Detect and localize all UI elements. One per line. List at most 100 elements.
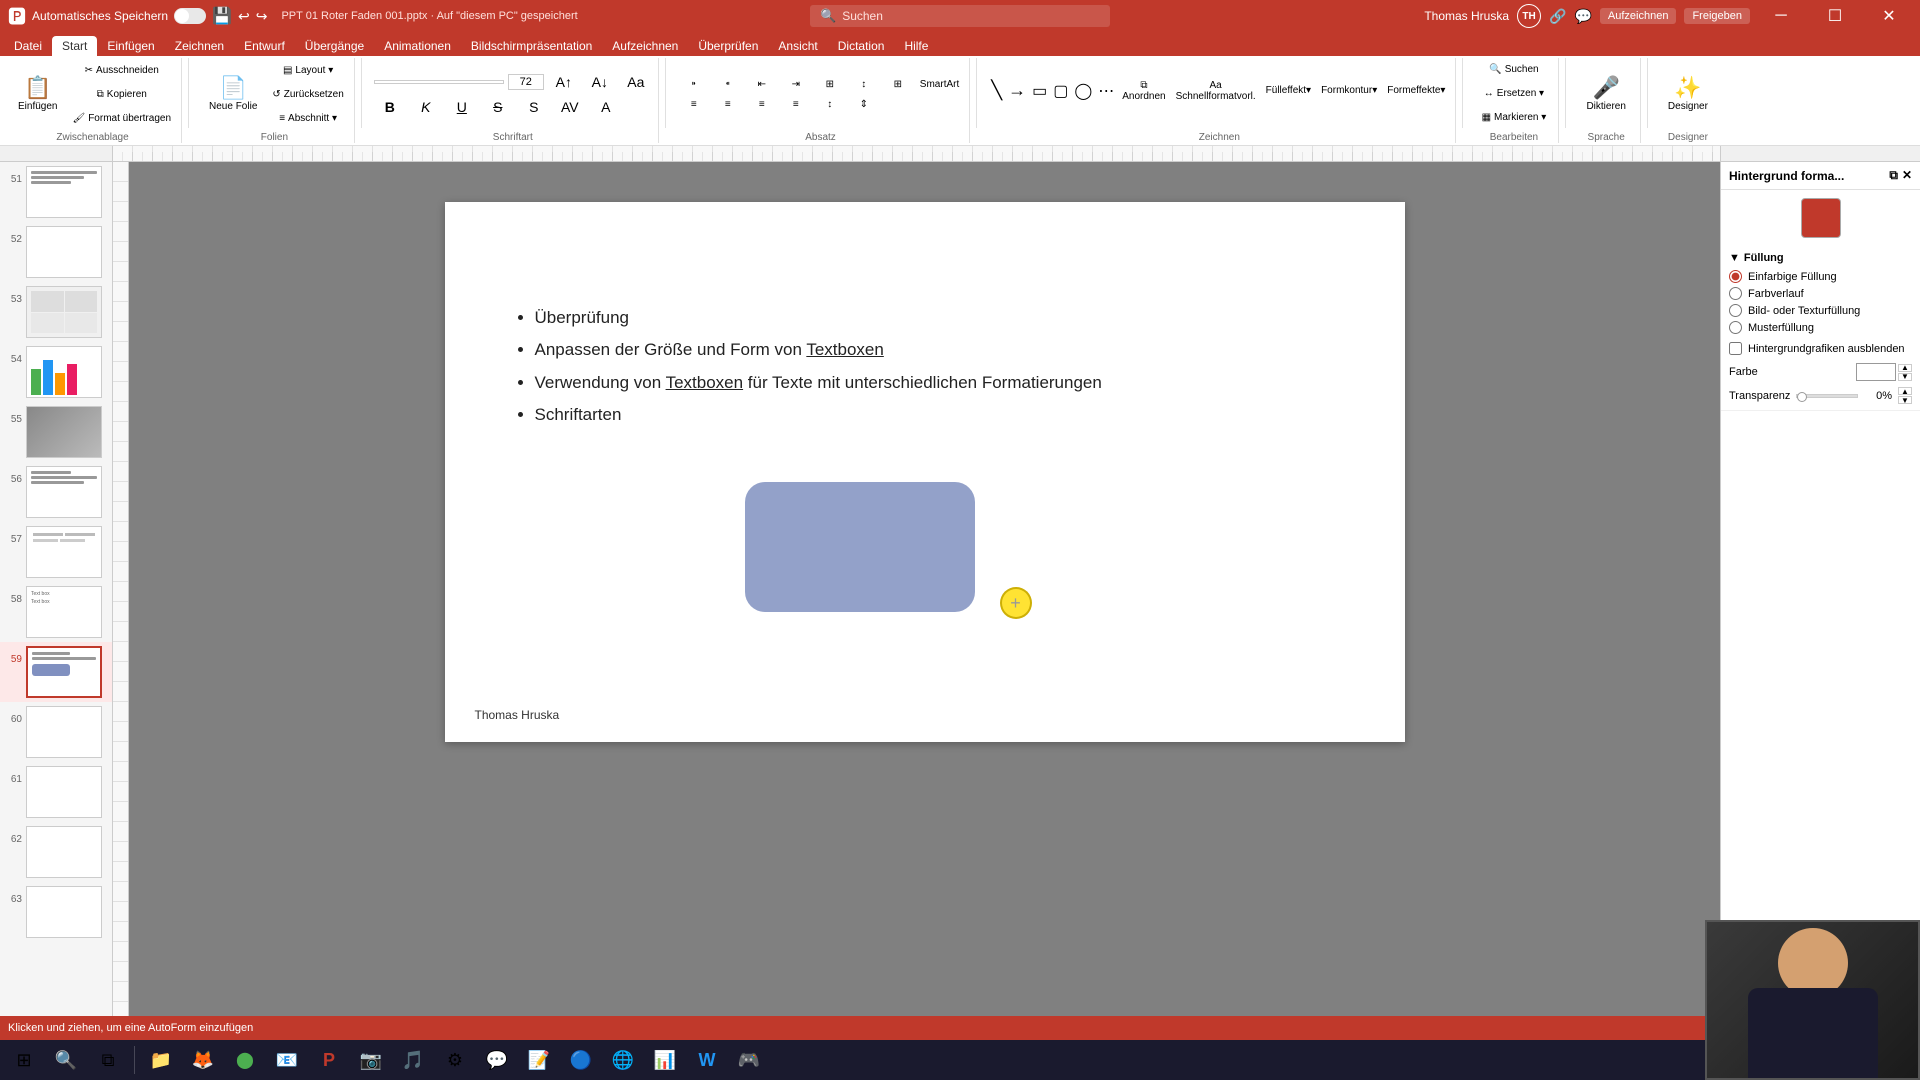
transparency-slider[interactable] xyxy=(1796,394,1858,398)
toolbar-undo-icon[interactable]: ↩ xyxy=(238,8,250,25)
tab-animationen[interactable]: Animationen xyxy=(374,36,461,56)
slide-thumb-62[interactable]: 62 xyxy=(0,822,112,882)
toolbar-save-icon[interactable]: 💾 xyxy=(212,6,232,26)
taskbar-powerpoint[interactable]: P xyxy=(309,1042,349,1078)
taskbar-chrome[interactable]: ⬤ xyxy=(225,1042,265,1078)
tab-entwurf[interactable]: Entwurf xyxy=(234,36,295,56)
search-bar[interactable]: 🔍 Suchen xyxy=(688,5,1232,27)
shape-outline-button[interactable]: Formkontur▾ xyxy=(1317,58,1381,123)
rounded-rect-shape[interactable] xyxy=(745,482,975,612)
color-down-btn[interactable]: ▼ xyxy=(1898,373,1912,381)
text-direction-button[interactable]: ↕ xyxy=(848,77,880,92)
designer-button[interactable]: ✨ Designer xyxy=(1660,58,1716,130)
insert-button[interactable]: 📋 Einfügen xyxy=(10,58,65,130)
numbering-button[interactable]: ⁌ xyxy=(712,77,744,92)
maximize-button[interactable]: ☐ xyxy=(1812,0,1858,32)
tab-datei[interactable]: Datei xyxy=(4,36,52,56)
taskbar-browser[interactable]: 🦊 xyxy=(183,1042,223,1078)
align-left-button[interactable]: ≡ xyxy=(678,97,710,112)
tab-ueberpruefen[interactable]: Überprüfen xyxy=(688,36,768,56)
select-button[interactable]: ▦Markieren ▾ xyxy=(1478,106,1551,128)
taskbar-app7[interactable]: ⚙ xyxy=(435,1042,475,1078)
line-spacing-button[interactable]: ↕ xyxy=(814,97,846,112)
columns-button[interactable]: ⊞ xyxy=(814,77,846,92)
tab-einfuegen[interactable]: Einfügen xyxy=(97,36,164,56)
slide-thumb-52[interactable]: 52 xyxy=(0,222,112,282)
clear-format-button[interactable]: Aa xyxy=(620,72,652,92)
right-panel-expand-button[interactable]: ⧉ xyxy=(1889,168,1898,183)
slide-thumb-61[interactable]: 61 xyxy=(0,762,112,822)
shape-btn-rect[interactable]: ▭ xyxy=(1030,79,1049,103)
smartart-button[interactable]: SmartArt xyxy=(916,77,963,92)
minimize-button[interactable]: ─ xyxy=(1758,0,1804,32)
section-button[interactable]: ≡Abschnitt ▾ xyxy=(268,107,347,129)
tab-aufzeichnen[interactable]: Aufzeichnen xyxy=(602,36,688,56)
paragraph-spacing-button[interactable]: ⇕ xyxy=(848,97,880,112)
taskbar-word[interactable]: W xyxy=(687,1042,727,1078)
taskbar-app6[interactable]: 🎵 xyxy=(393,1042,433,1078)
record-btn[interactable]: Aufzeichnen xyxy=(1600,8,1677,24)
fill-picture-option[interactable]: Bild- oder Texturfüllung xyxy=(1729,304,1912,317)
tab-zeichnen[interactable]: Zeichnen xyxy=(165,36,234,56)
bullets-button[interactable]: ⁍ xyxy=(678,77,710,92)
taskbar-app11[interactable]: 🌐 xyxy=(603,1042,643,1078)
align-justify-button[interactable]: ≡ xyxy=(780,97,812,112)
shape-btn-line[interactable]: ╲ xyxy=(989,78,1004,103)
format-copy-button[interactable]: 🖌Format übertragen xyxy=(68,107,175,129)
slide-thumb-51[interactable]: 51 xyxy=(0,162,112,222)
share-icon[interactable]: 🔗 xyxy=(1549,8,1566,25)
slide-thumb-60[interactable]: 60 xyxy=(0,702,112,762)
task-view-button[interactable]: ⧉ xyxy=(88,1042,128,1078)
taskbar-app9[interactable]: 📝 xyxy=(519,1042,559,1078)
quick-styles-button[interactable]: Aa Schnellformatvorl. xyxy=(1172,58,1260,123)
present-btn[interactable]: Freigeben xyxy=(1684,8,1750,24)
autosave-toggle[interactable] xyxy=(174,8,206,24)
tab-start[interactable]: Start xyxy=(52,36,97,56)
tab-uebergaenge[interactable]: Übergänge xyxy=(295,36,374,56)
taskbar-outlook[interactable]: 📧 xyxy=(267,1042,307,1078)
slide-thumb-58[interactable]: 58 Text box Text box xyxy=(0,582,112,642)
toolbar-redo-icon[interactable]: ↪ xyxy=(256,8,268,25)
taskbar-app10[interactable]: 🔵 xyxy=(561,1042,601,1078)
tab-dictation[interactable]: Dictation xyxy=(828,36,895,56)
new-slide-button[interactable]: 📄 Neue Folie xyxy=(201,58,265,130)
shape-effects-button[interactable]: Formeffekte▾ xyxy=(1383,58,1449,123)
font-decrease-button[interactable]: A↓ xyxy=(584,72,616,92)
font-increase-button[interactable]: A↑ xyxy=(548,72,580,92)
reset-button[interactable]: ↺Zurücksetzen xyxy=(268,83,347,105)
color-swatch[interactable] xyxy=(1856,363,1896,381)
close-button[interactable]: ✕ xyxy=(1866,0,1912,32)
taskbar-app12[interactable]: 📊 xyxy=(645,1042,685,1078)
taskbar-app14[interactable]: 🎮 xyxy=(729,1042,769,1078)
align-right-button[interactable]: ≡ xyxy=(746,97,778,112)
decrease-indent-button[interactable]: ⇤ xyxy=(746,77,778,92)
search-taskbar-button[interactable]: 🔍 xyxy=(46,1042,86,1078)
slide-thumb-53[interactable]: 53 xyxy=(0,282,112,342)
shape-btn-arrow[interactable]: → xyxy=(1006,78,1028,103)
hide-bg-graphics-option[interactable]: Hintergrundgrafiken ausblenden xyxy=(1729,342,1912,355)
text-align-button[interactable]: ⊞ xyxy=(882,77,914,92)
slide-thumb-57[interactable]: 57 xyxy=(0,522,112,582)
find-button[interactable]: 🔍Suchen xyxy=(1485,58,1542,80)
dictate-button[interactable]: 🎤 Diktieren xyxy=(1578,58,1633,130)
replace-button[interactable]: ↔Ersetzen ▾ xyxy=(1480,82,1548,104)
slide-thumb-59[interactable]: 59 xyxy=(0,642,112,702)
start-button[interactable]: ⊞ xyxy=(4,1042,44,1078)
fill-gradient-option[interactable]: Farbverlauf xyxy=(1729,287,1912,300)
char-spacing-button[interactable]: AV xyxy=(554,97,586,117)
tab-ansicht[interactable]: Ansicht xyxy=(768,36,827,56)
slide-thumb-63[interactable]: 63 xyxy=(0,882,112,942)
slide-thumb-55[interactable]: 55 xyxy=(0,402,112,462)
italic-button[interactable]: K xyxy=(410,97,442,117)
underline-button[interactable]: U xyxy=(446,97,478,117)
align-center-button[interactable]: ≡ xyxy=(712,97,744,112)
strikethrough-button[interactable]: S xyxy=(482,97,514,117)
copy-button[interactable]: ⧉Kopieren xyxy=(68,83,175,105)
taskbar-app5[interactable]: 📷 xyxy=(351,1042,391,1078)
transparency-up-btn[interactable]: ▲ xyxy=(1898,387,1912,395)
fill-solid-option[interactable]: Einfarbige Füllung xyxy=(1729,270,1912,283)
right-panel-close-button[interactable]: ✕ xyxy=(1902,168,1912,183)
arrange-button[interactable]: ⧉ Anordnen xyxy=(1118,58,1169,123)
font-size-selector[interactable]: 72 xyxy=(508,74,544,90)
shape-more-button[interactable]: ⋯ xyxy=(1096,79,1116,103)
